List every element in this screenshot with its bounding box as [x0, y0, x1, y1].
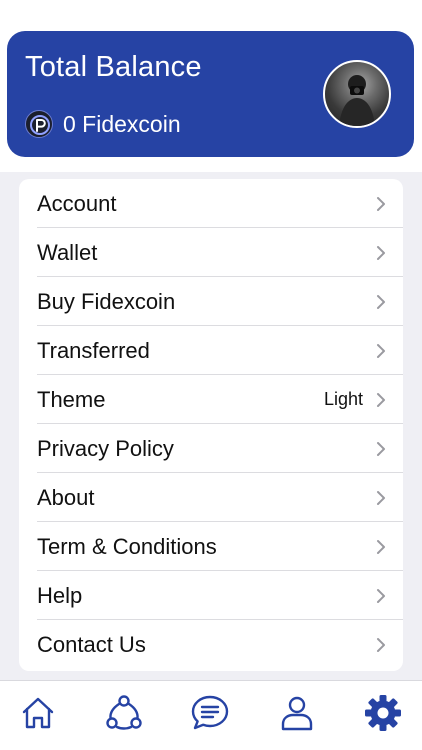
settings-screen: Total Balance 0 Fidexcoin Account Wallet…: [0, 0, 422, 750]
chevron-right-icon: [377, 491, 385, 505]
menu-item-about[interactable]: About: [19, 473, 403, 522]
tab-network[interactable]: [102, 691, 146, 735]
fidexcoin-icon: [25, 110, 53, 138]
theme-value: Light: [323, 389, 363, 409]
menu-item-label: Buy Fidexcoin: [37, 289, 176, 314]
chevron-right-icon: [377, 344, 385, 358]
chevron-right-icon: [377, 246, 385, 260]
menu-item-terms-conditions[interactable]: Term & Conditions: [19, 522, 403, 571]
chevron-right-icon: [377, 295, 385, 309]
settings-list-area: Account Wallet Buy Fidexcoin Transferred: [0, 172, 422, 680]
tab-settings[interactable]: [361, 691, 405, 735]
tab-bar: [0, 680, 422, 750]
menu-item-theme[interactable]: Theme Light: [19, 375, 403, 424]
menu-item-contact-us[interactable]: Contact Us: [19, 620, 403, 669]
menu-item-label: Privacy Policy: [37, 436, 174, 461]
menu-item-label: Help: [37, 583, 83, 608]
avatar[interactable]: [323, 60, 391, 128]
chat-icon: [191, 695, 229, 730]
network-icon: [106, 695, 142, 730]
menu-item-label: Theme: [37, 387, 106, 412]
menu-item-label: Contact Us: [37, 632, 146, 657]
menu-item-wallet[interactable]: Wallet: [19, 228, 403, 277]
chevron-right-icon: [377, 638, 385, 652]
chevron-right-icon: [377, 393, 385, 407]
menu-item-account[interactable]: Account: [19, 179, 403, 228]
balance-title: Total Balance: [25, 51, 202, 83]
profile-icon: [281, 696, 313, 731]
home-icon: [22, 697, 54, 729]
menu-item-buy-fidexcoin[interactable]: Buy Fidexcoin: [19, 277, 403, 326]
balance-card: Total Balance 0 Fidexcoin: [7, 31, 414, 157]
menu-item-label: Term & Conditions: [37, 534, 217, 559]
chevron-right-icon: [377, 197, 385, 211]
menu-item-privacy-policy[interactable]: Privacy Policy: [19, 424, 403, 473]
menu-item-help[interactable]: Help: [19, 571, 403, 620]
tab-profile[interactable]: [275, 691, 319, 735]
tab-home[interactable]: [16, 691, 60, 735]
chevron-right-icon: [377, 442, 385, 456]
menu-item-label: Account: [37, 191, 117, 216]
tab-chat[interactable]: [188, 691, 232, 735]
gear-icon: [365, 695, 401, 731]
settings-list: Account Wallet Buy Fidexcoin Transferred: [19, 179, 403, 671]
menu-item-label: Wallet: [37, 240, 98, 265]
chevron-right-icon: [377, 589, 385, 603]
chevron-right-icon: [377, 540, 385, 554]
menu-item-label: About: [37, 485, 95, 510]
balance-amount: 0 Fidexcoin: [63, 111, 181, 137]
menu-item-label: Transferred: [37, 338, 150, 363]
menu-item-transferred[interactable]: Transferred: [19, 326, 403, 375]
